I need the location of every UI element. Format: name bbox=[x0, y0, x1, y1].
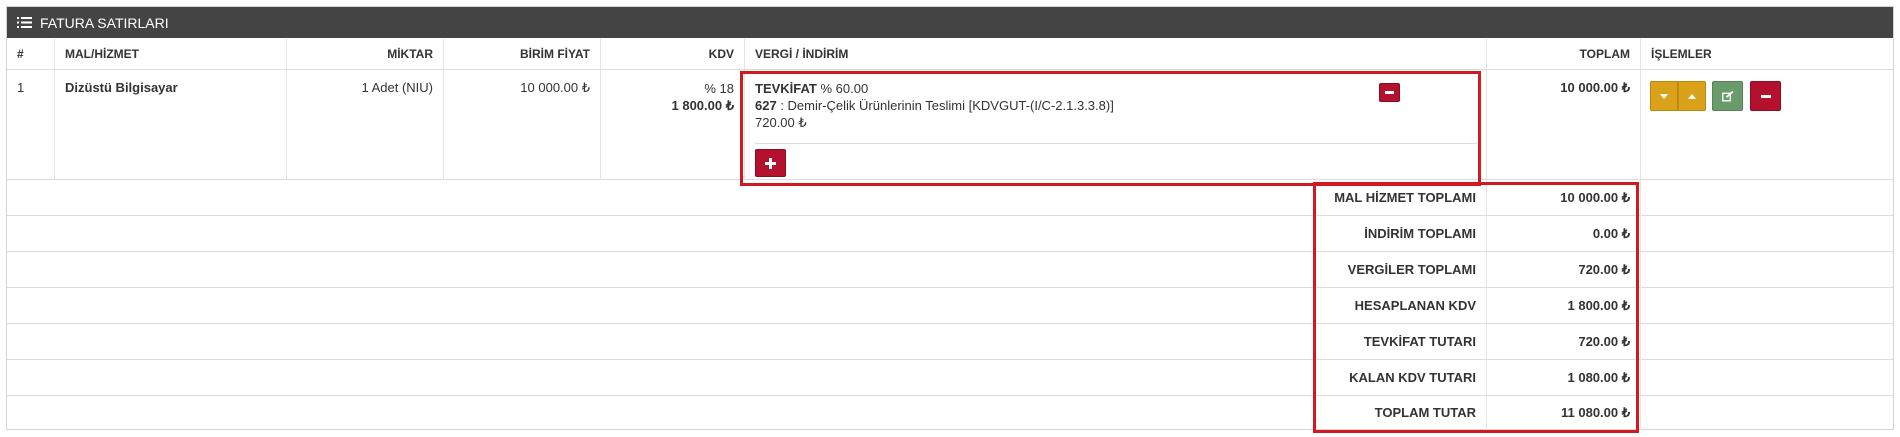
summary-value: 1 800.00 ₺ bbox=[1487, 288, 1641, 324]
tax-divider bbox=[755, 143, 1477, 144]
panel-header: FATURA SATIRLARI bbox=[7, 7, 1893, 38]
col-header-item: MAL/HİZMET bbox=[55, 39, 287, 70]
col-header-actions: İŞLEMLER bbox=[1641, 39, 1893, 70]
summary-label: MAL HİZMET TOPLAMI bbox=[1321, 180, 1487, 216]
summary-label: KALAN KDV TUTARI bbox=[1321, 360, 1487, 396]
summary-value: 1 080.00 ₺ bbox=[1487, 360, 1641, 396]
summary-value: 720.00 ₺ bbox=[1487, 324, 1641, 360]
summary-value: 11 080.00 ₺ bbox=[1487, 396, 1641, 430]
delete-row-button[interactable] bbox=[1750, 81, 1781, 111]
add-tax-button[interactable] bbox=[755, 149, 786, 177]
summary-label: VERGİLER TOPLAMI bbox=[1321, 252, 1487, 288]
edit-button[interactable] bbox=[1712, 81, 1743, 111]
tax-amount: 720.00 ₺ bbox=[755, 115, 807, 130]
col-header-kdv: KDV bbox=[601, 39, 745, 70]
summary-value: 720.00 ₺ bbox=[1487, 252, 1641, 288]
row-unit-price: 10 000.00 ₺ bbox=[444, 70, 601, 180]
tax-entry: TEVKİFAT % 60.00 627 : Demir-Çelik Ürünl… bbox=[755, 80, 1477, 131]
plus-icon bbox=[765, 157, 776, 169]
panel-title: FATURA SATIRLARI bbox=[40, 14, 169, 31]
summary-row: İNDİRİM TOPLAMI 0.00 ₺ bbox=[7, 216, 1893, 252]
move-up-button[interactable] bbox=[1678, 81, 1706, 111]
col-header-total: TOPLAM bbox=[1487, 39, 1641, 70]
edit-icon bbox=[1721, 90, 1734, 101]
row-num: 1 bbox=[7, 70, 55, 180]
summary-row: TEVKİFAT TUTARI 720.00 ₺ bbox=[7, 324, 1893, 360]
col-header-tax: VERGİ / İNDİRİM bbox=[745, 39, 1487, 70]
summary-row: MAL HİZMET TOPLAMI 10 000.00 ₺ bbox=[7, 180, 1893, 216]
summary-label: HESAPLANAN KDV bbox=[1321, 288, 1487, 324]
row-kdv: % 18 1 800.00 ₺ bbox=[601, 70, 745, 180]
row-tax-cell: TEVKİFAT % 60.00 627 : Demir-Çelik Ürünl… bbox=[745, 70, 1487, 180]
summary-row: KALAN KDV TUTARI 1 080.00 ₺ bbox=[7, 360, 1893, 396]
summary-row: VERGİLER TOPLAMI 720.00 ₺ bbox=[7, 252, 1893, 288]
remove-tax-button[interactable] bbox=[1379, 83, 1400, 102]
summary-label: TEVKİFAT TUTARI bbox=[1321, 324, 1487, 360]
list-icon bbox=[17, 16, 33, 30]
kdv-amount: 1 800.00 ₺ bbox=[671, 98, 735, 113]
minus-icon bbox=[1760, 94, 1771, 98]
kdv-rate: % 18 bbox=[704, 81, 734, 96]
summary-label: TOPLAM TUTAR bbox=[1321, 396, 1487, 430]
summary-row: TOPLAM TUTAR 11 080.00 ₺ bbox=[7, 396, 1893, 430]
caret-up-icon bbox=[1688, 93, 1696, 99]
summary-value: 10 000.00 ₺ bbox=[1487, 180, 1641, 216]
tax-rate: % 60.00 bbox=[816, 81, 869, 96]
col-header-unit-price: BİRİM FİYAT bbox=[444, 39, 601, 70]
col-header-num: # bbox=[7, 39, 55, 70]
col-header-qty: MİKTAR bbox=[287, 39, 444, 70]
invoice-lines-panel: FATURA SATIRLARI # MAL/HİZMET MİKTAR BİR… bbox=[6, 6, 1894, 430]
caret-down-icon bbox=[1660, 93, 1668, 99]
summary-label: İNDİRİM TOPLAMI bbox=[1321, 216, 1487, 252]
row-total: 10 000.00 ₺ bbox=[1487, 70, 1641, 180]
tax-code: 627 bbox=[755, 98, 777, 113]
minus-icon bbox=[1385, 91, 1394, 94]
summary-row: HESAPLANAN KDV 1 800.00 ₺ bbox=[7, 288, 1893, 324]
row-item-name: Dizüstü Bilgisayar bbox=[55, 70, 287, 180]
tax-name: TEVKİFAT bbox=[755, 81, 817, 96]
row-actions bbox=[1641, 70, 1893, 180]
tax-description: : Demir-Çelik Ürünlerinin Teslimi [KDVGU… bbox=[776, 98, 1114, 113]
row-qty: 1 Adet (NIU) bbox=[287, 70, 444, 180]
move-down-button[interactable] bbox=[1650, 81, 1678, 111]
summary-value: 0.00 ₺ bbox=[1487, 216, 1641, 252]
